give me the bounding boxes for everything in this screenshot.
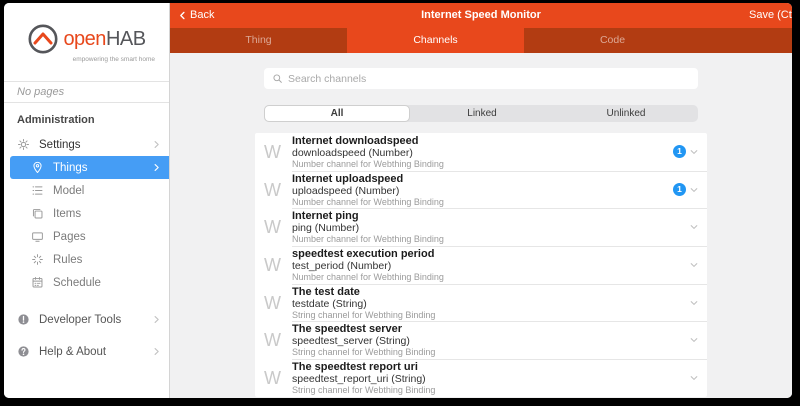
sidebar-item[interactable]: Items (4, 202, 169, 225)
sidebar-item[interactable]: Rules (4, 248, 169, 271)
save-button[interactable]: Save (Ctrl-S) (749, 3, 792, 28)
sidebar-item-label: Model (53, 185, 84, 197)
channel-description: String channel for Webthing Binding (292, 310, 689, 321)
sidebar-item[interactable]: Schedule (4, 271, 169, 294)
channel-row[interactable]: W speedtest execution period test_period… (255, 246, 707, 284)
binding-letter-icon: W (264, 143, 292, 161)
channel-description: Number channel for Webthing Binding (292, 272, 689, 283)
binding-letter-icon: W (264, 369, 292, 387)
chevron-right-icon (152, 163, 161, 172)
chevron-right-icon (152, 347, 161, 356)
channel-row[interactable]: W The speedtest server speedtest_server … (255, 321, 707, 359)
sidebar: openHAB empowering the smart home No pag… (4, 3, 170, 398)
channels-content: Search channels All Linked Unlinked W (170, 53, 792, 398)
sidebar-item-label: Schedule (53, 277, 101, 289)
channel-row[interactable]: W Internet uploadspeed uploadspeed (Numb… (255, 171, 707, 209)
sidebar-item-label: Pages (53, 231, 86, 243)
app-window: openHAB empowering the smart home No pag… (4, 3, 792, 398)
channel-id: testdate (String) (292, 298, 689, 310)
openhab-logo-text: openHAB (63, 28, 145, 51)
chevron-right-icon (152, 315, 161, 324)
sidebar-footer-items: Developer Tools Help & About (4, 308, 169, 398)
chevron-right-icon (152, 140, 161, 149)
channel-description: Number channel for Webthing Binding (292, 234, 689, 245)
sidebar-footer-item[interactable]: Developer Tools (4, 308, 169, 331)
channel-title: speedtest execution period (292, 248, 689, 260)
sidebar-nav: Administration Settings Things (4, 103, 169, 398)
channel-description: String channel for Webthing Binding (292, 385, 689, 396)
filter-segment[interactable]: Unlinked (554, 105, 698, 122)
tab[interactable]: Thing (170, 28, 347, 53)
binding-letter-icon: W (264, 256, 292, 274)
chevron-down-icon[interactable] (689, 147, 699, 157)
linked-count-badge: 1 (673, 183, 686, 196)
channel-description: String channel for Webthing Binding (292, 347, 689, 358)
channel-title: Internet uploadspeed (292, 173, 673, 185)
channel-id: speedtest_server (String) (292, 335, 689, 347)
channel-row[interactable]: W Internet ping ping (Number) Number cha… (255, 208, 707, 246)
sidebar-item-label: Developer Tools (39, 314, 121, 326)
openhab-logo: openHAB empowering the smart home (4, 3, 169, 71)
binding-letter-icon: W (264, 218, 292, 236)
channel-description: Number channel for Webthing Binding (292, 159, 673, 170)
binding-letter-icon: W (264, 181, 292, 199)
search-input[interactable]: Search channels (264, 68, 698, 89)
chevron-down-icon[interactable] (689, 185, 699, 195)
chevron-down-icon[interactable] (689, 298, 699, 308)
channel-row[interactable]: W Internet downloadspeed downloadspeed (… (255, 133, 707, 171)
channel-id: uploadspeed (Number) (292, 185, 673, 197)
search-placeholder: Search channels (288, 73, 366, 85)
administration-label: Administration (4, 112, 169, 133)
chevron-down-icon[interactable] (689, 222, 699, 232)
sidebar-footer-item[interactable]: Help & About (4, 340, 169, 363)
channel-row[interactable]: W The test date testdate (String) String… (255, 284, 707, 322)
page-title: Internet Speed Monitor (170, 3, 792, 28)
chevron-down-icon[interactable] (689, 260, 699, 270)
channel-title: The test date (292, 286, 689, 298)
top-navbar: Back Internet Speed Monitor Save (Ctrl-S… (170, 3, 792, 28)
channel-id: ping (Number) (292, 222, 689, 234)
tab[interactable]: Code (524, 28, 701, 53)
tab[interactable]: Channels (347, 28, 524, 53)
linked-count-badge: 1 (673, 145, 686, 158)
sidebar-item-label: Help & About (39, 346, 106, 358)
channel-row[interactable]: W The speedtest report uri speedtest_rep… (255, 359, 707, 397)
filter-segment[interactable]: All (264, 105, 410, 122)
channel-description: Number channel for Webthing Binding (292, 197, 673, 208)
chevron-down-icon[interactable] (689, 335, 699, 345)
sidebar-item-label: Rules (53, 254, 82, 266)
channel-list: W Internet downloadspeed downloadspeed (… (255, 133, 707, 397)
sidebar-item-label: Settings (39, 139, 81, 151)
channel-id: downloadspeed (Number) (292, 147, 673, 159)
channel-title: Internet ping (292, 210, 689, 222)
chevron-down-icon[interactable] (689, 373, 699, 383)
sidebar-item[interactable]: Model (4, 179, 169, 202)
sidebar-item[interactable]: Things (10, 156, 169, 179)
openhab-logo-icon (27, 23, 59, 55)
tab-bar: Thing Channels Code (170, 28, 792, 53)
channel-title: Internet downloadspeed (292, 135, 673, 147)
sidebar-item[interactable]: Pages (4, 225, 169, 248)
channel-title: The speedtest server (292, 323, 689, 335)
binding-letter-icon: W (264, 294, 292, 312)
filter-segmented-control: All Linked Unlinked (264, 105, 698, 122)
main-panel: Back Internet Speed Monitor Save (Ctrl-S… (170, 3, 792, 398)
sidebar-item-label: Items (53, 208, 81, 220)
binding-letter-icon: W (264, 331, 292, 349)
sidebar-item[interactable]: Settings (4, 133, 169, 156)
no-pages-label: No pages (4, 81, 169, 103)
logo-tagline: empowering the smart home (73, 56, 155, 63)
channel-id: speedtest_report_uri (String) (292, 373, 689, 385)
sidebar-item-label: Things (53, 162, 88, 174)
channel-id: test_period (Number) (292, 260, 689, 272)
search-icon (272, 73, 283, 84)
sidebar-items: Settings Things Model (4, 133, 169, 294)
filter-segment[interactable]: Linked (410, 105, 554, 122)
channel-title: The speedtest report uri (292, 361, 689, 373)
